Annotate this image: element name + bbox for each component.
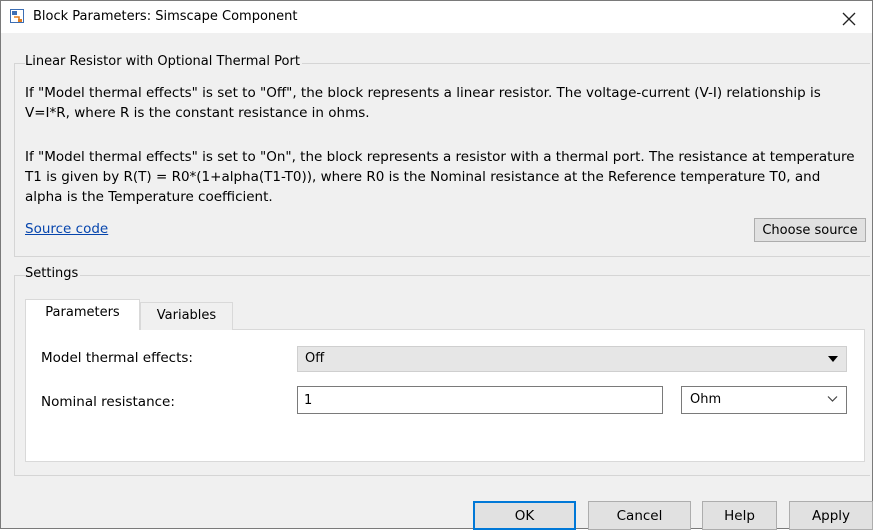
cancel-button[interactable]: Cancel	[588, 501, 691, 530]
model-thermal-effects-label: Model thermal effects:	[41, 350, 193, 366]
apply-button[interactable]: Apply	[789, 501, 873, 530]
dropdown-arrow-icon	[828, 356, 838, 362]
source-code-link[interactable]: Source code	[25, 221, 108, 237]
model-thermal-effects-value: Off	[305, 351, 325, 366]
help-button[interactable]: Help	[702, 501, 777, 530]
nominal-resistance-unit-select[interactable]: Ohm	[681, 386, 847, 414]
settings-group-title: Settings	[25, 266, 81, 281]
title-bar: Block Parameters: Simscape Component	[1, 1, 872, 33]
simulink-block-icon	[10, 9, 24, 23]
tab-variables[interactable]: Variables	[140, 302, 233, 330]
description-paragraph-1: If "Model thermal effects" is set to "Of…	[25, 85, 821, 121]
description-paragraph-2: If "Model thermal effects" is set to "On…	[25, 149, 855, 205]
close-icon	[842, 12, 856, 25]
tab-parameters[interactable]: Parameters	[25, 299, 140, 330]
ok-button[interactable]: OK	[473, 501, 576, 530]
chevron-down-icon	[827, 396, 838, 402]
close-button[interactable]	[826, 1, 872, 33]
dialog-window: Block Parameters: Simscape Component Lin…	[0, 0, 873, 530]
choose-source-button[interactable]: Choose source	[754, 218, 866, 242]
description-group-title: Linear Resistor with Optional Thermal Po…	[25, 54, 302, 69]
window-title: Block Parameters: Simscape Component	[33, 9, 298, 24]
nominal-resistance-unit-value: Ohm	[690, 392, 722, 407]
nominal-resistance-label: Nominal resistance:	[41, 394, 175, 410]
nominal-resistance-input[interactable]	[297, 386, 663, 414]
model-thermal-effects-dropdown[interactable]: Off	[297, 346, 847, 372]
